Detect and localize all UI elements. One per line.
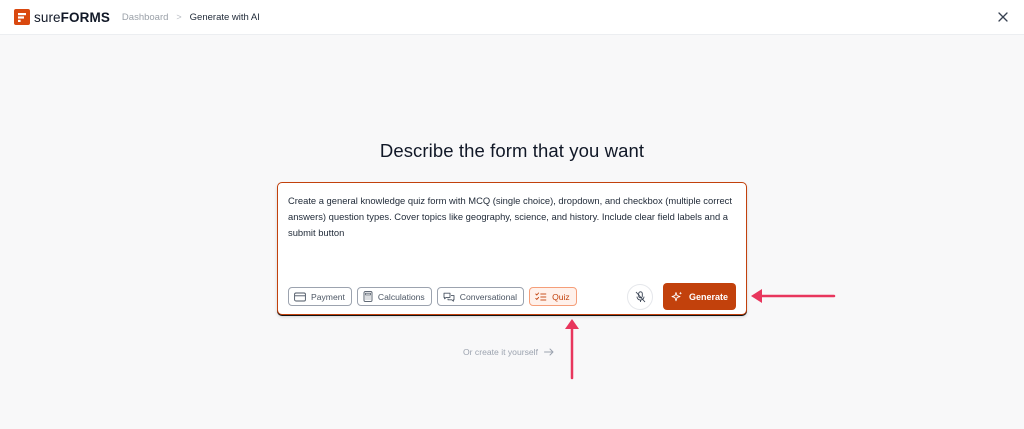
generate-button-label: Generate <box>688 291 729 302</box>
credit-card-icon <box>294 292 306 301</box>
chip-quiz[interactable]: Quiz <box>529 287 577 306</box>
form-type-chips: Payment Calculations Conversational Quiz <box>288 287 577 306</box>
sparkles-icon <box>671 291 683 301</box>
breadcrumb-current: Generate with AI <box>189 11 260 23</box>
annotation-arrow-left <box>751 289 836 303</box>
annotation-arrow-up <box>565 319 579 380</box>
generate-button[interactable]: Generate <box>663 283 736 310</box>
close-icon <box>998 12 1008 22</box>
breadcrumb-dashboard[interactable]: Dashboard <box>122 12 168 23</box>
breadcrumb: Dashboard > Generate with AI <box>122 12 260 23</box>
chip-calculations[interactable]: Calculations <box>356 287 432 306</box>
chip-payment-label: Payment <box>311 291 345 302</box>
chip-quiz-label: Quiz <box>552 291 570 302</box>
chip-payment[interactable]: Payment <box>288 287 352 306</box>
chip-calculations-label: Calculations <box>377 291 425 302</box>
calculator-icon <box>363 291 373 302</box>
logo-text: sureFORMS <box>34 9 110 25</box>
chat-icon <box>443 292 455 302</box>
voice-input-button[interactable] <box>627 284 653 310</box>
breadcrumb-separator: > <box>176 12 182 22</box>
mic-off-icon <box>635 291 645 303</box>
sureforms-logo-icon <box>14 9 30 25</box>
prompt-input-box[interactable]: Create a general knowledge quiz form wit… <box>277 182 747 315</box>
create-manually-label: Or create it yourself <box>463 347 538 357</box>
prompt-textarea[interactable]: Create a general knowledge quiz form wit… <box>288 193 734 241</box>
close-button[interactable] <box>996 10 1010 24</box>
arrow-right-icon <box>543 348 554 356</box>
chip-conversational-label: Conversational <box>459 291 518 302</box>
create-manually-link[interactable]: Or create it yourself <box>463 347 554 357</box>
sureforms-logo[interactable]: sureFORMS <box>14 9 110 25</box>
chip-conversational[interactable]: Conversational <box>436 287 525 306</box>
top-bar: sureFORMS Dashboard > Generate with AI <box>0 0 1024 35</box>
page-title: Describe the form that you want <box>379 140 645 161</box>
checklist-icon <box>535 292 547 300</box>
